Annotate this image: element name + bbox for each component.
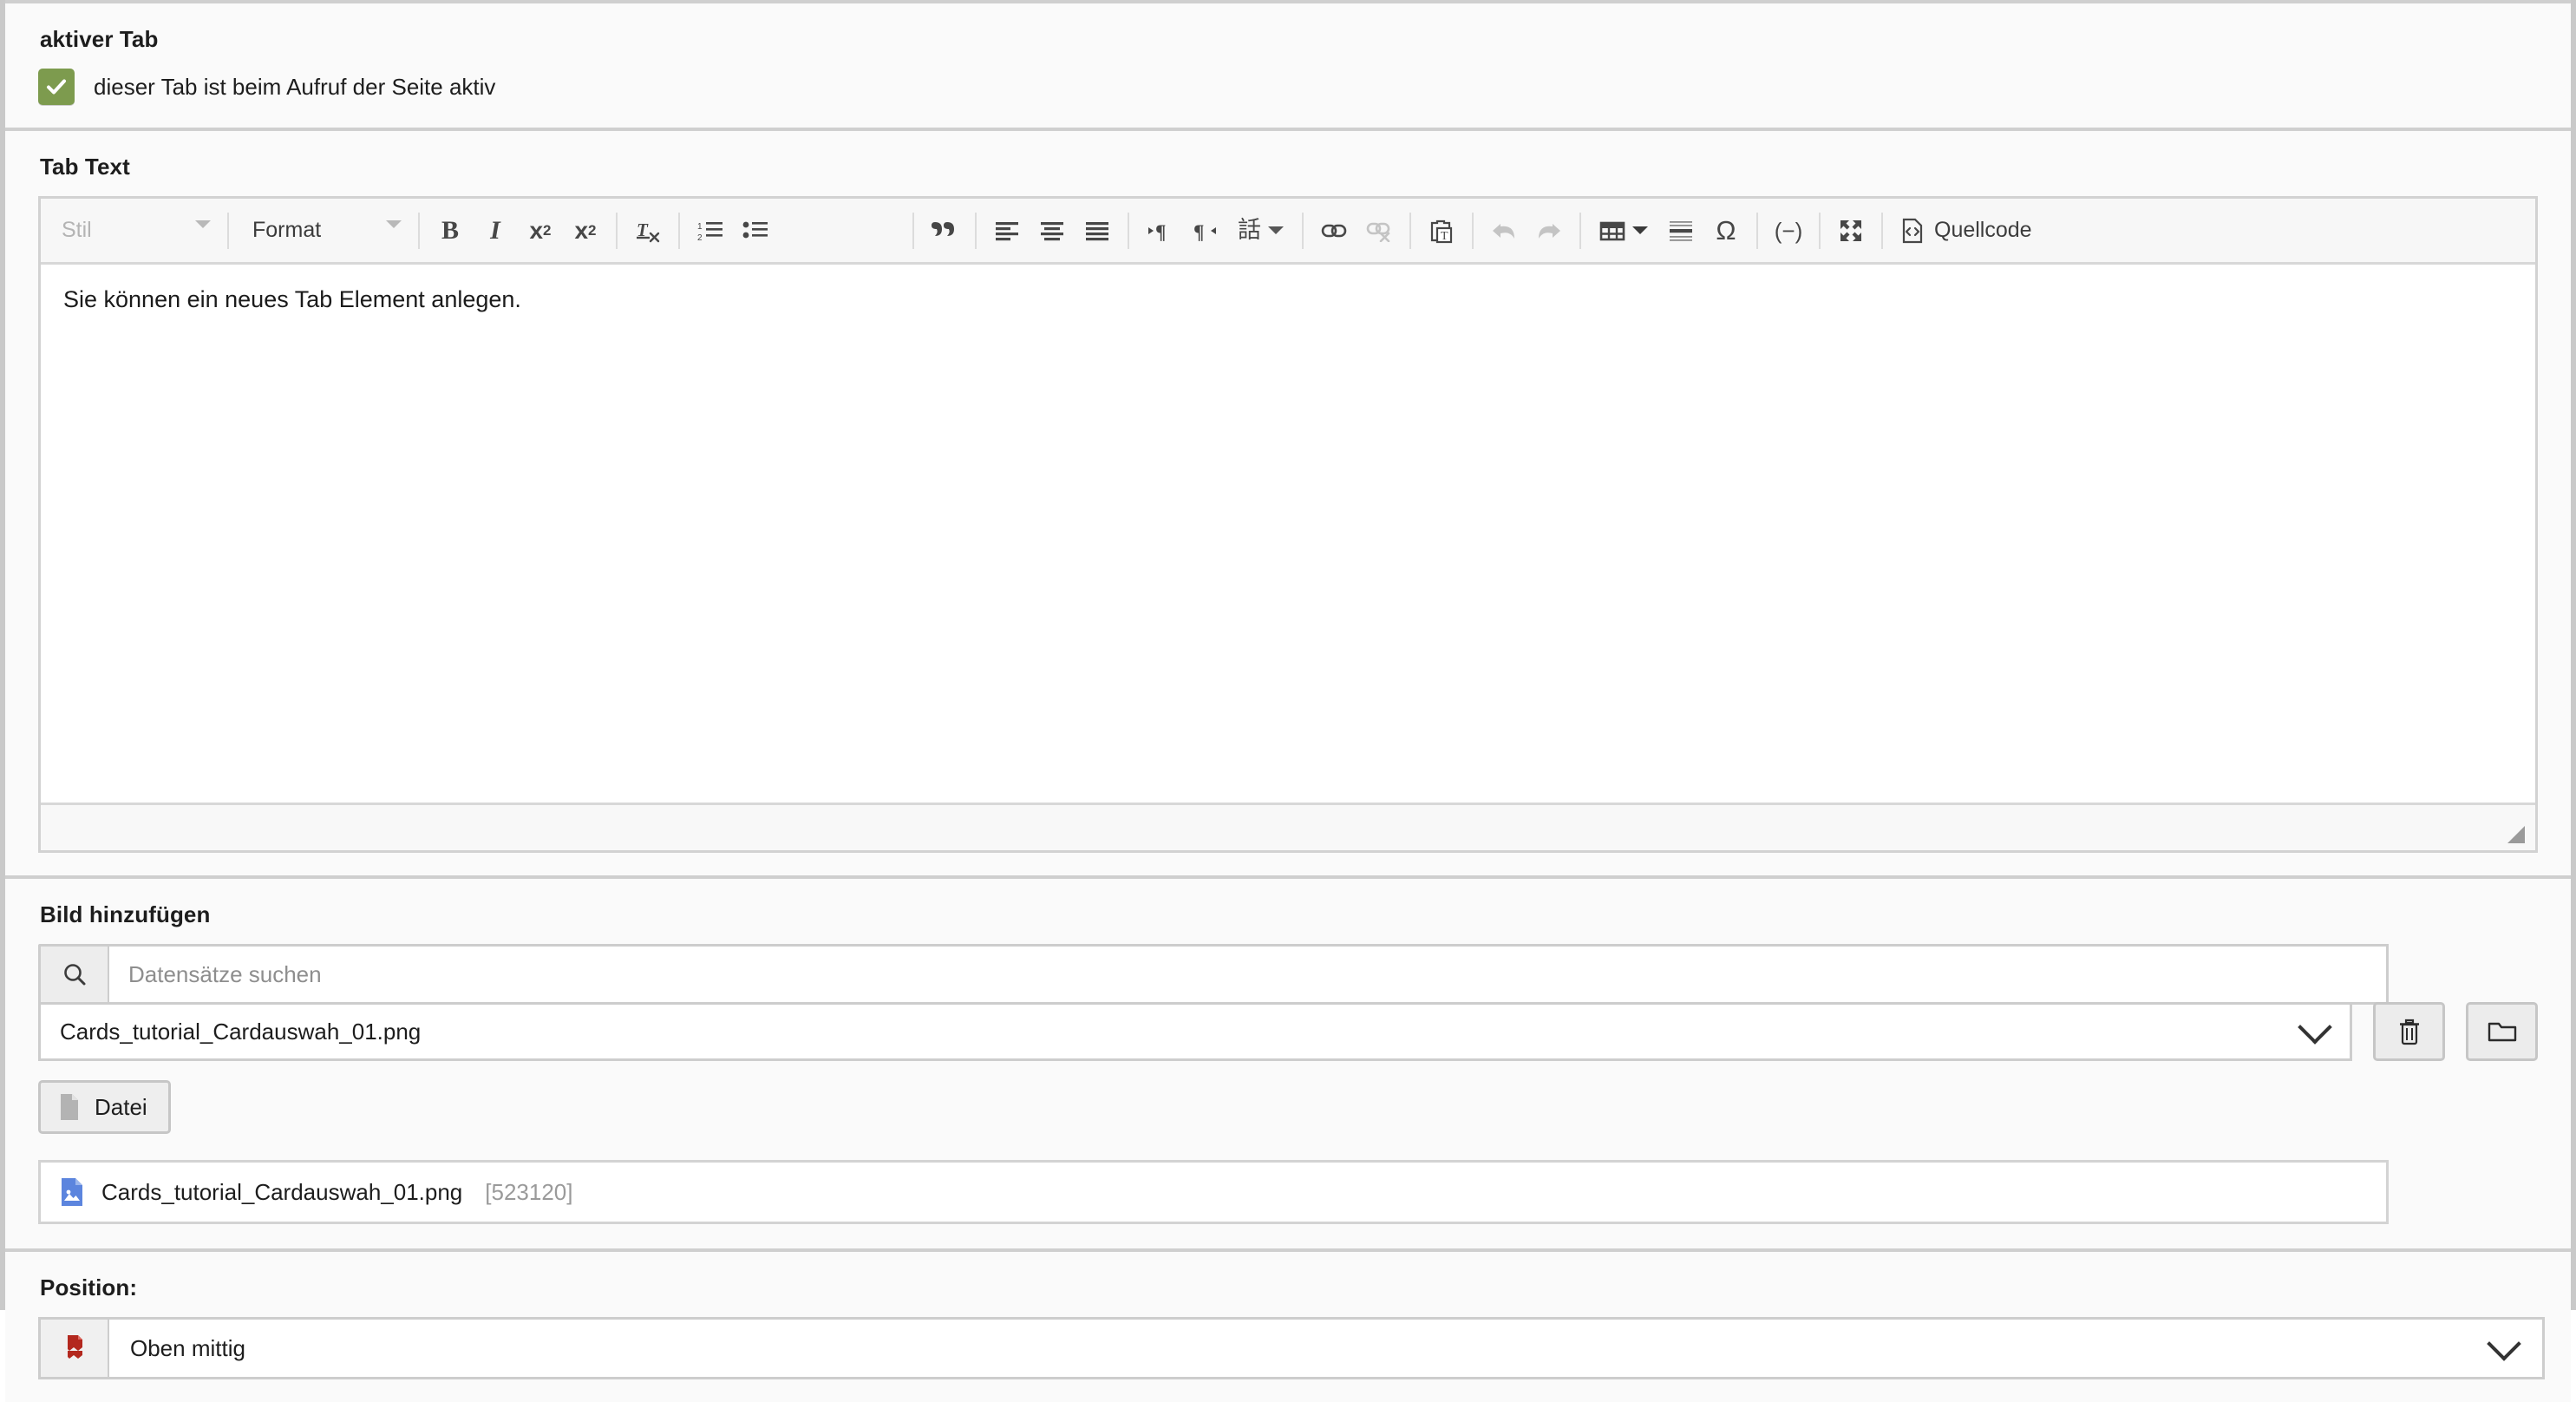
special-character-button[interactable]: Ω — [1703, 208, 1749, 253]
toolbar-separator — [1819, 212, 1821, 249]
chevron-down-icon — [386, 220, 402, 228]
source-button[interactable]: Quellcode — [1891, 208, 2043, 253]
position-select-row: Oben mittig — [38, 1317, 2545, 1379]
chevron-down-icon — [1632, 226, 1648, 234]
maximize-button[interactable] — [1828, 208, 1873, 253]
toolbar-separator — [418, 212, 420, 249]
toolbar-separator — [975, 212, 977, 249]
editor-paragraph: Sie können ein neues Tab Element anlegen… — [63, 286, 521, 312]
editor-toolbar: Stil Format B I x2 x2 T 1 2 ¶ ¶ 話 T Ω (−… — [41, 199, 2535, 265]
position-icon-box — [38, 1317, 109, 1379]
style-dropdown-label: Stil — [62, 218, 92, 242]
position-marker-icon — [67, 1335, 82, 1359]
attached-file-name: Cards_tutorial_Cardauswah_01.png — [101, 1178, 463, 1205]
rich-text-editor: Stil Format B I x2 x2 T 1 2 ¶ ¶ 話 T Ω (−… — [38, 196, 2538, 853]
svg-text:2: 2 — [697, 233, 703, 242]
chevron-down-icon — [1268, 226, 1284, 234]
toolbar-separator — [1756, 212, 1758, 249]
horizontal-rule-button[interactable] — [1658, 208, 1703, 253]
bulleted-list-button[interactable] — [733, 208, 778, 253]
editor-resize-handle[interactable] — [2507, 826, 2525, 843]
active-tab-checkbox-row[interactable]: dieser Tab ist beim Aufruf der Seite akt… — [38, 69, 2538, 105]
image-file-icon — [62, 1178, 82, 1206]
svg-text:T: T — [1441, 230, 1448, 243]
soft-hyphen-button[interactable]: (−) — [1766, 208, 1811, 253]
format-dropdown-label: Format — [252, 218, 322, 242]
toolbar-separator — [1409, 212, 1411, 249]
active-tab-legend: aktiver Tab — [40, 26, 159, 52]
form-page: aktiver Tab dieser Tab ist beim Aufruf d… — [0, 0, 2576, 1402]
table-button[interactable] — [1589, 208, 1658, 253]
source-button-label: Quellcode — [1934, 218, 2032, 242]
toolbar-separator — [912, 212, 914, 249]
chevron-down-icon — [2487, 1327, 2521, 1361]
position-select-value: Oben mittig — [130, 1334, 245, 1361]
active-tab-checkbox[interactable] — [38, 69, 75, 105]
italic-button[interactable]: I — [473, 208, 518, 253]
toolbar-separator — [616, 212, 618, 249]
superscript-button[interactable]: x2 — [563, 208, 608, 253]
redo-button[interactable] — [1527, 208, 1572, 253]
align-center-button[interactable] — [1030, 208, 1075, 253]
link-button[interactable] — [1311, 208, 1357, 253]
position-legend: Position: — [40, 1274, 138, 1300]
record-search-row — [38, 944, 2389, 1005]
align-left-button[interactable] — [984, 208, 1030, 253]
format-dropdown[interactable]: Format — [237, 209, 410, 252]
subscript-button[interactable]: x2 — [518, 208, 563, 253]
style-dropdown[interactable]: Stil — [46, 209, 219, 252]
toolbar-separator — [678, 212, 680, 249]
browse-records-button[interactable] — [2466, 1002, 2538, 1061]
attached-file-row[interactable]: Cards_tutorial_Cardauswah_01.png [523120… — [38, 1160, 2389, 1224]
section-active-tab: aktiver Tab dieser Tab ist beim Aufruf d… — [5, 0, 2571, 131]
unlink-button[interactable] — [1357, 208, 1402, 253]
file-upload-button-label: Datei — [95, 1093, 147, 1120]
section-tab-text: Tab Text Stil Format B I x2 x2 T 1 2 ¶ ¶… — [5, 131, 2571, 879]
bold-button[interactable]: B — [428, 208, 473, 253]
record-select-value: Cards_tutorial_Cardauswah_01.png — [60, 1018, 422, 1045]
language-button[interactable]: 話 — [1227, 208, 1294, 253]
search-icon-box[interactable] — [38, 944, 109, 1005]
paste-as-text-button[interactable]: T — [1419, 208, 1464, 253]
text-direction-ltr-button[interactable]: ¶ — [1137, 208, 1182, 253]
justify-button[interactable] — [1075, 208, 1120, 253]
editor-footer — [41, 803, 2535, 850]
position-select[interactable]: Oben mittig — [109, 1317, 2545, 1379]
file-icon — [61, 1094, 78, 1120]
remove-format-button[interactable]: T — [625, 208, 670, 253]
svg-text:¶: ¶ — [1155, 221, 1166, 242]
active-tab-checkbox-label: dieser Tab ist beim Aufruf der Seite akt… — [94, 73, 496, 100]
tab-text-legend: Tab Text — [40, 154, 130, 180]
record-search-input[interactable] — [109, 944, 2389, 1005]
toolbar-separator — [1881, 212, 1883, 249]
toolbar-separator — [1302, 212, 1304, 249]
numbered-list-button[interactable]: 1 2 — [688, 208, 733, 253]
add-image-legend: Bild hinzufügen — [40, 901, 211, 927]
svg-text:1: 1 — [697, 222, 703, 232]
toolbar-separator — [227, 212, 229, 249]
chevron-down-icon — [195, 220, 211, 228]
blockquote-button[interactable] — [922, 208, 967, 253]
toolbar-separator — [1128, 212, 1129, 249]
attached-file-size: [523120] — [485, 1178, 573, 1205]
delete-record-button[interactable] — [2373, 1002, 2446, 1061]
toolbar-separator — [1579, 212, 1581, 249]
undo-button[interactable] — [1481, 208, 1527, 253]
record-select[interactable]: Cards_tutorial_Cardauswah_01.png — [38, 1002, 2353, 1061]
chevron-down-icon — [2298, 1010, 2333, 1045]
editor-content-area[interactable]: Sie können ein neues Tab Element anlegen… — [41, 265, 2535, 803]
file-upload-button[interactable]: Datei — [38, 1080, 171, 1134]
svg-text:¶: ¶ — [1193, 221, 1204, 242]
toolbar-separator — [1472, 212, 1474, 249]
record-select-row: Cards_tutorial_Cardauswah_01.png — [38, 1002, 2538, 1061]
text-direction-rtl-button[interactable]: ¶ — [1182, 208, 1227, 253]
section-position: Position: Oben mittig — [5, 1252, 2571, 1402]
section-add-image: Bild hinzufügen Cards_tutorial_Cardauswa… — [5, 879, 2571, 1252]
